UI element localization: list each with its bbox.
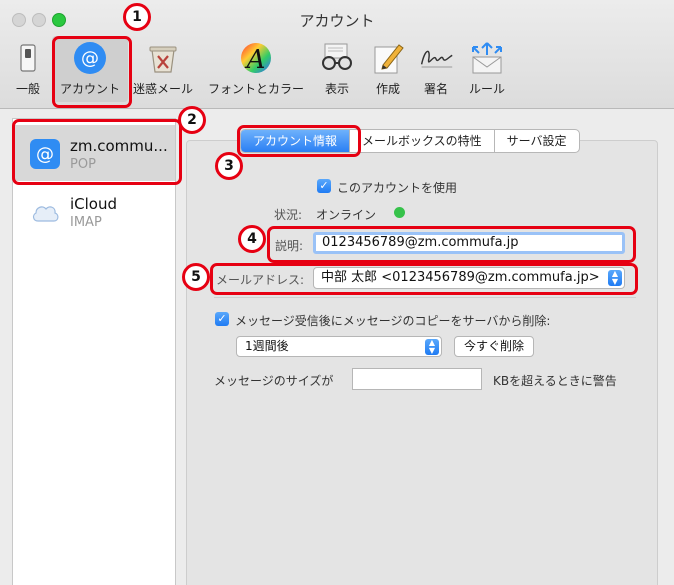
section-divider bbox=[214, 297, 636, 298]
cloud-icon bbox=[30, 197, 60, 227]
tab-mailbox-behaviors[interactable]: メールボックスの特性 bbox=[349, 130, 494, 152]
trash-bin-icon bbox=[145, 40, 181, 76]
toolbar-general[interactable]: 一般 bbox=[6, 36, 50, 102]
toolbar-signatures-label: 署名 bbox=[423, 82, 448, 96]
toolbar-general-label: 一般 bbox=[15, 82, 40, 96]
callout-box-2 bbox=[12, 119, 182, 185]
rules-envelope-icon bbox=[469, 40, 505, 76]
remove-now-button[interactable]: 今すぐ削除 bbox=[454, 336, 535, 357]
remove-copy-label: メッセージ受信後にメッセージのコピーをサーバから削除: bbox=[235, 314, 551, 328]
enable-account-checkbox[interactable]: ✓ bbox=[317, 179, 331, 193]
size-warning-suffix: KBを超えるときに警告 bbox=[493, 374, 617, 388]
switch-icon bbox=[10, 40, 46, 76]
remove-period-value: 1週間後 bbox=[245, 339, 289, 353]
callout-number-2: 2 bbox=[178, 106, 206, 134]
window-title: アカウント bbox=[299, 12, 375, 30]
account-info-pane bbox=[186, 140, 658, 585]
select-chevron-icon: ▲ ▼ bbox=[425, 339, 439, 355]
remove-period-select[interactable]: 1週間後 ▲ ▼ bbox=[236, 336, 442, 357]
callout-box-4 bbox=[267, 226, 636, 263]
toolbar-rules[interactable]: ルール bbox=[462, 36, 512, 102]
toolbar-compose[interactable]: 作成 bbox=[366, 36, 410, 102]
account-name: iCloud bbox=[70, 195, 118, 213]
size-warning-label: メッセージのサイズが bbox=[214, 374, 334, 388]
signature-icon bbox=[418, 40, 454, 76]
account-item-icloud[interactable]: iCloud IMAP bbox=[13, 183, 175, 239]
svg-text:A: A bbox=[245, 45, 266, 75]
toolbar-rules-label: ルール bbox=[468, 82, 505, 96]
toolbar-view[interactable]: 表示 bbox=[314, 36, 360, 102]
callout-box-3 bbox=[237, 125, 361, 157]
callout-number-1: 1 bbox=[123, 3, 151, 31]
toolbar-view-label: 表示 bbox=[324, 82, 349, 96]
toolbar-junk-mail[interactable]: 迷惑メール bbox=[130, 36, 196, 102]
toolbar-junk-label: 迷惑メール bbox=[132, 82, 193, 96]
toolbar-compose-label: 作成 bbox=[375, 82, 400, 96]
status-label: 状況: bbox=[274, 208, 303, 222]
status-value: オンライン bbox=[316, 208, 377, 222]
font-color-icon: A bbox=[238, 40, 274, 76]
toolbar-fonts-label: フォントとカラー bbox=[207, 82, 304, 96]
pencil-paper-icon bbox=[370, 40, 406, 76]
callout-number-4: 4 bbox=[238, 225, 266, 253]
size-limit-field[interactable] bbox=[352, 368, 482, 390]
callout-number-5: 5 bbox=[182, 263, 210, 291]
tab-server-settings[interactable]: サーバ設定 bbox=[493, 130, 579, 152]
toolbar-signatures[interactable]: 署名 bbox=[414, 36, 458, 102]
callout-box-1 bbox=[52, 36, 132, 108]
mail-preferences-window: アカウント 一般 @ アカウント 迷惑メール A フォントとカラー 表示 作成 … bbox=[0, 0, 674, 585]
toolbar-fonts-colors[interactable]: A フォントとカラー bbox=[204, 36, 308, 102]
account-list: @ zm.commu... POP iCloud IMAP bbox=[12, 118, 176, 585]
online-status-icon bbox=[394, 207, 405, 218]
enable-account-label: このアカウントを使用 bbox=[337, 181, 458, 195]
account-type: IMAP bbox=[70, 215, 102, 230]
remove-copy-checkbox[interactable]: ✓ bbox=[215, 312, 229, 326]
glasses-icon bbox=[319, 40, 355, 76]
callout-number-3: 3 bbox=[215, 152, 243, 180]
callout-box-5 bbox=[210, 263, 638, 295]
